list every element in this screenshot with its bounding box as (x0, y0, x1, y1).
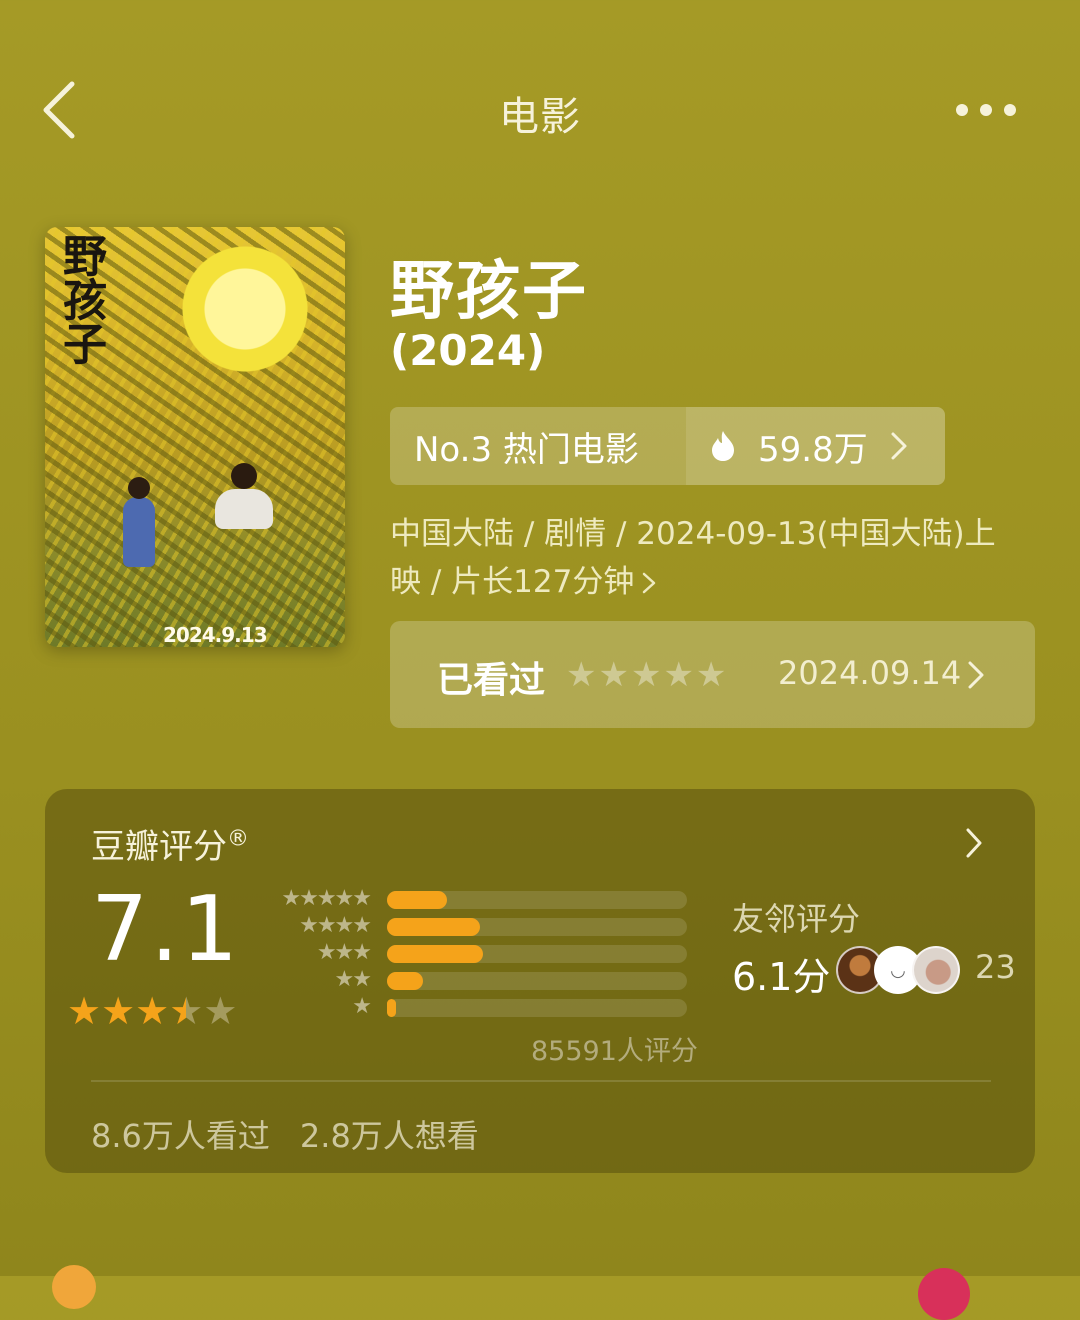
more-button[interactable] (956, 100, 1016, 120)
flame-icon (712, 431, 734, 461)
rating-distribution: ★★★★★ ★★★★ ★★★ ★★ ★ (265, 887, 690, 1022)
audience-stats: 8.6万人看过 2.8万人想看 (91, 1111, 509, 1157)
chevron-right-icon[interactable] (965, 827, 983, 859)
watched-count[interactable]: 8.6万人看过 (91, 1117, 270, 1155)
distribution-stars: ★★ (334, 967, 372, 992)
distribution-stars: ★ (352, 994, 372, 1019)
distribution-row: ★★★★★ (265, 887, 690, 914)
distribution-stars: ★★★ (316, 940, 372, 965)
star-icon: ★ (169, 989, 204, 1033)
rating-title-text: 豆瓣评分 (91, 827, 227, 867)
distribution-stars: ★★★★★ (281, 886, 372, 911)
watched-status-bar[interactable]: 已看过 ★★★★★ 2024.09.14 (390, 621, 1035, 728)
poster-title: 野孩子 (55, 233, 106, 365)
poster-date: 2024.9.13 (163, 623, 268, 647)
heat-section[interactable]: 59.8万 (686, 407, 945, 485)
distribution-row: ★ (265, 995, 690, 1022)
movie-title: 野孩子 (390, 255, 588, 329)
rating-stars: ★★★★★ (67, 989, 237, 1033)
distribution-row: ★★ (265, 968, 690, 995)
rank-badge[interactable]: No.3 热门电影 59.8万 (390, 407, 945, 485)
more-dots-icon (956, 104, 968, 116)
movie-poster[interactable]: 野孩子 2024.9.13 (45, 227, 345, 647)
friend-rating-score: 6.1分 (732, 955, 831, 999)
rating-card-title: 豆瓣评分® (91, 819, 249, 868)
heat-value: 59.8万 (758, 429, 868, 470)
distribution-track (387, 891, 687, 909)
divider (91, 1080, 991, 1082)
registered-mark: ® (227, 826, 249, 852)
page-title: 电影 (499, 94, 581, 140)
distribution-row: ★★★ (265, 941, 690, 968)
distribution-track (387, 999, 687, 1017)
rating-score: 7.1 (91, 877, 241, 982)
my-rating-stars[interactable]: ★★★★★ (566, 655, 728, 695)
distribution-stars: ★★★★ (299, 913, 372, 938)
poster-figure (215, 463, 273, 529)
movie-meta-text: 中国大陆 / 剧情 / 2024-09-13(中国大陆)上映 / 片长127分钟 (390, 516, 996, 600)
douban-rating-card[interactable]: 豆瓣评分® 7.1 ★★★★★ ★★★★★ ★★★★ ★★★ ★★ ★ 85591人评分… (45, 789, 1035, 1173)
more-dots-icon (1004, 104, 1016, 116)
want-count[interactable]: 2.8万人想看 (300, 1117, 479, 1155)
bottom-icon[interactable] (52, 1265, 96, 1309)
star-icon: ★ (101, 989, 136, 1033)
star-icon: ★ (67, 989, 102, 1033)
chevron-right-icon (968, 661, 984, 689)
distribution-track (387, 945, 687, 963)
friend-avatars[interactable]: ◡ (836, 946, 960, 994)
rating-count: 85591人评分 (531, 1036, 698, 1067)
chevron-right-icon (643, 572, 656, 594)
distribution-bar (387, 999, 396, 1017)
chevron-right-icon (891, 432, 907, 460)
movie-meta[interactable]: 中国大陆 / 剧情 / 2024-09-13(中国大陆)上映 / 片长127分钟 (390, 510, 1020, 606)
star-icon: ★ (203, 989, 238, 1033)
distribution-bar (387, 918, 480, 936)
friend-rating-label: 友邻评分 (732, 900, 861, 938)
watched-date: 2024.09.14 (778, 654, 962, 692)
avatar (912, 946, 960, 994)
watched-label: 已看过 (437, 660, 546, 701)
friend-count: 23 (975, 948, 1016, 986)
movie-year: (2024) (390, 326, 546, 375)
distribution-bar (387, 972, 423, 990)
distribution-bar (387, 945, 483, 963)
star-icon: ★ (135, 989, 170, 1033)
distribution-track (387, 972, 687, 990)
rank-label: No.3 热门电影 (390, 407, 686, 485)
more-dots-icon (980, 104, 992, 116)
poster-figure (123, 477, 155, 567)
distribution-bar (387, 891, 447, 909)
distribution-track (387, 918, 687, 936)
distribution-row: ★★★★ (265, 914, 690, 941)
friend-rating[interactable]: 友邻评分 6.1分 ◡ 23 (732, 894, 1016, 999)
